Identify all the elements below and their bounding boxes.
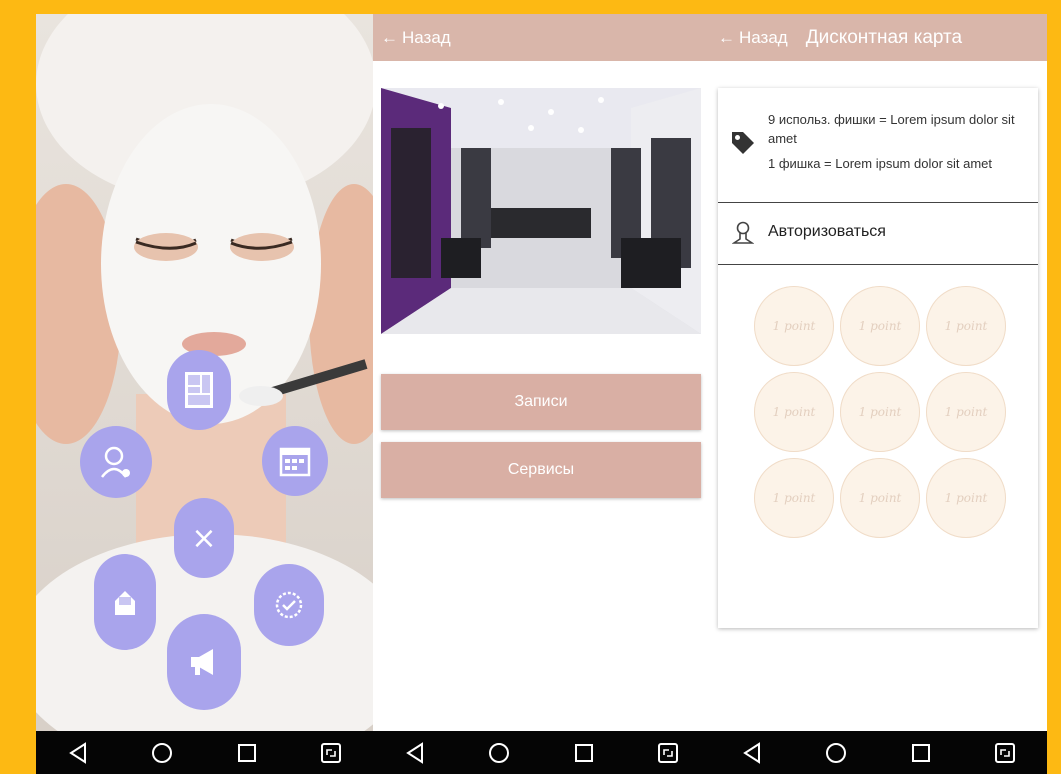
badge-icon [275,591,303,619]
login-row[interactable]: Авторизоваться [718,203,1038,265]
rule-line: 1 фишка = Lorem ipsum dolor sit amet [768,156,993,171]
android-nav-bar [36,731,373,774]
nav-home-button[interactable] [484,738,514,768]
page-title: Дисконтная карта [805,26,963,48]
nav-recents-button[interactable] [906,738,936,768]
megaphone-icon [191,649,213,675]
stamp: 1 point [926,372,1006,452]
nav-recents-button[interactable] [569,738,599,768]
gallery-menu-button[interactable] [167,350,231,430]
recents-square-icon [911,743,930,762]
discount-info: 9 использ. фишки = Lorem ipsum dolor sit… [718,88,1038,203]
discount-card: 9 использ. фишки = Lorem ipsum dolor sit… [718,88,1038,628]
stamp: 1 point [754,372,834,452]
stamp: 1 point [926,286,1006,366]
stamp: 1 point [754,286,834,366]
back-label: Назад [402,27,451,47]
nav-home-button[interactable] [147,738,177,768]
home-circle-icon [152,742,173,763]
close-menu-button[interactable]: × [174,498,234,578]
badge-menu-button[interactable] [254,564,324,646]
user-settings-icon [101,446,130,478]
login-label: Авторизоваться [768,223,886,240]
nav-back-button[interactable] [400,738,430,768]
back-button[interactable]: ← Назад [718,28,788,48]
user-icon [732,221,754,244]
back-label: Назад [739,27,788,47]
salon-screen: ← Назад Записи Сервисы [373,14,710,774]
services-button[interactable]: Сервисы [381,442,701,498]
discount-card-screen: ← Назад Дисконтная карта 9 использ. фишк… [710,14,1047,774]
back-triangle-icon [406,741,424,764]
stamp: 1 point [754,458,834,538]
back-triangle-icon [743,741,761,764]
close-icon: × [191,520,217,556]
gallery-icon [185,372,213,408]
profile-settings-button[interactable] [80,426,152,498]
rule-line: 9 использ. фишки = Lorem ipsum dolor sit… [768,112,1015,146]
mail-menu-button[interactable] [94,554,156,650]
menu-screen: × [36,14,373,774]
app-bar: ← Назад Дисконтная карта [710,14,1047,61]
nav-recents-button[interactable] [232,738,262,768]
nav-rotate-button[interactable] [990,738,1020,768]
stamp: 1 point [840,458,920,538]
android-nav-bar [710,731,1047,774]
promo-menu-button[interactable] [167,614,241,710]
stamp-grid: 1 point 1 point 1 point 1 point 1 point … [754,286,1006,538]
nav-back-button[interactable] [63,738,93,768]
salon-interior-photo [381,88,701,334]
nav-rotate-button[interactable] [316,738,346,768]
screen-rotate-icon [657,742,678,763]
android-nav-bar [373,731,710,774]
nav-rotate-button[interactable] [653,738,683,768]
screen-rotate-icon [994,742,1015,763]
arrow-left-icon: ← [381,27,398,47]
stamp: 1 point [840,372,920,452]
calendar-icon [279,447,311,477]
nav-back-button[interactable] [737,738,767,768]
nav-home-button[interactable] [821,738,851,768]
stamp: 1 point [926,458,1006,538]
back-button[interactable]: ← Назад [381,28,451,48]
tag-icon [732,132,754,154]
discount-rules: 9 использ. фишки = Lorem ipsum dolor sit… [768,110,1030,179]
home-circle-icon [489,742,510,763]
mail-icon [115,591,135,615]
home-circle-icon [826,742,847,763]
app-bar: ← Назад [373,14,710,61]
stamp: 1 point [840,286,920,366]
arrow-left-icon: ← [718,27,735,47]
recents-square-icon [237,743,256,762]
screen-rotate-icon [320,742,341,763]
records-button[interactable]: Записи [381,374,701,430]
recents-square-icon [574,743,593,762]
calendar-menu-button[interactable] [262,426,328,496]
back-triangle-icon [69,741,87,764]
